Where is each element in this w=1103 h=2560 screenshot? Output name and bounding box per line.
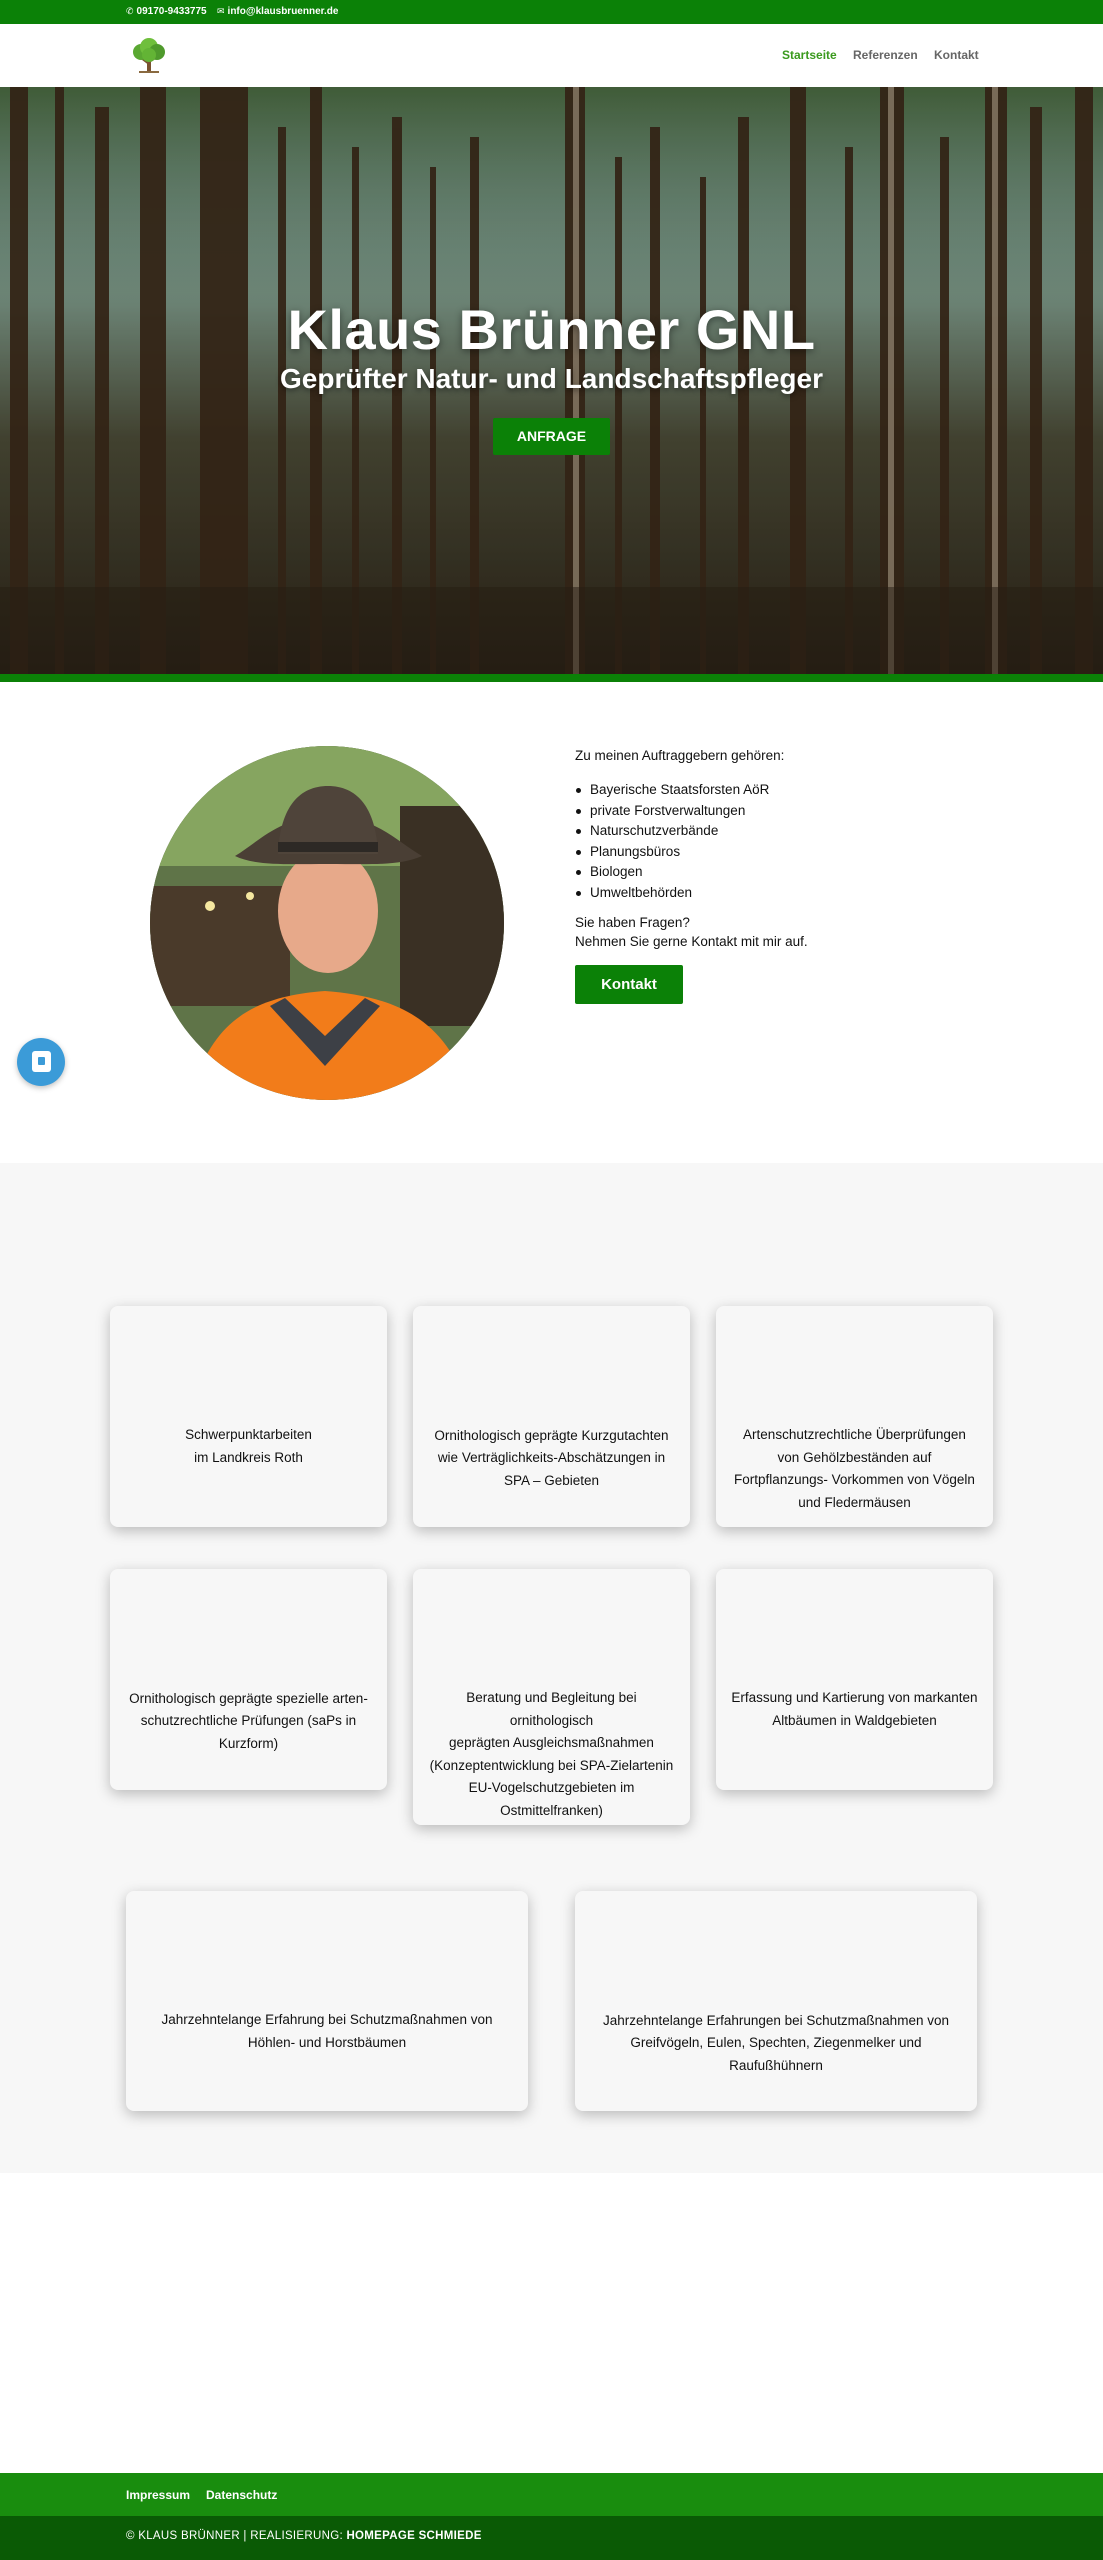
portrait-photo [150,746,504,1100]
anfrage-button[interactable]: ANFRAGE [493,418,610,455]
nav-item-referenzen[interactable]: Referenzen [853,48,918,62]
list-item: Naturschutzverbände [575,821,995,842]
list-item: Bayerische Staatsforsten AöR [575,780,995,801]
phone-link[interactable]: ✆ 09170-9433775 [126,6,207,17]
service-text: Jahrzehntelange Erfahrungen bei Schutzma… [603,2012,949,2073]
service-text: Beratung und Begleitung bei ornithologis… [429,1690,674,1818]
service-card: Ornithologisch geprägte spezielle arten-… [110,1569,387,1790]
footer-nav: Impressum Datenschutz [0,2473,1103,2516]
phone-icon: ✆ [126,6,134,16]
nav-item-kontakt[interactable]: Kontakt [934,48,979,62]
service-text: Ornithologisch geprägte Kurzgutachten wi… [434,1427,669,1488]
top-bar: ✆ 09170-9433775 ✉ info@klausbruenner.de [0,0,1103,24]
contact-invite: Nehmen Sie gerne Kontakt mit mir auf. [575,934,808,949]
hero-title: Klaus Brünner GNL [287,298,816,361]
list-item: private Forstverwaltungen [575,801,995,822]
credit-link[interactable]: HOMEPAGE SCHMIEDE [346,2530,481,2542]
service-card: Beratung und Begleitung bei ornithologis… [413,1569,690,1825]
service-card: Jahrzehntelange Erfahrung bei Schutzmaßn… [126,1891,528,2111]
service-card: Schwerpunktarbeiten im Landkreis Roth [110,1306,387,1527]
copyright-text: © KLAUS BRÜNNER | REALISIERUNG: HOMEPAGE… [126,2530,482,2542]
chat-widget-button[interactable] [17,1038,65,1086]
impressum-link[interactable]: Impressum [126,2488,190,2502]
service-text: Erfassung und Kartierung von markanten A… [731,1690,978,1728]
chat-icon [32,1051,51,1072]
nav-item-startseite[interactable]: Startseite [782,48,837,62]
phone-number: 09170-9433775 [136,6,207,17]
clients-intro: Zu meinen Auftraggebern gehören: [575,748,785,763]
datenschutz-link[interactable]: Datenschutz [206,2488,277,2502]
kontakt-button[interactable]: Kontakt [575,965,683,1004]
question-text: Sie haben Fragen? [575,915,690,930]
site-header: Startseite Referenzen Kontakt [0,24,1103,87]
email-address: info@klausbruenner.de [227,6,339,17]
hero-section: Klaus Brünner GNL Geprüfter Natur- und L… [0,87,1103,674]
list-item: Planungsbüros [575,842,995,863]
hero-divider [0,674,1103,682]
list-item: Umweltbehörden [575,883,995,904]
email-link[interactable]: ✉ info@klausbruenner.de [217,6,338,17]
service-text: Jahrzehntelange Erfahrung bei Schutzmaßn… [161,2012,493,2050]
service-card: Jahrzehntelange Erfahrungen bei Schutzma… [575,1891,977,2111]
clients-list: Bayerische Staatsforsten AöR private For… [575,780,995,903]
service-text: Schwerpunktarbeiten im Landkreis Roth [185,1427,312,1465]
envelope-icon: ✉ [217,6,225,16]
service-text: Artenschutzrechtliche Überprüfungen von … [734,1427,975,1510]
footer-bottom: © KLAUS BRÜNNER | REALISIERUNG: HOMEPAGE… [0,2516,1103,2560]
tree-logo[interactable] [129,38,169,74]
list-item: Biologen [575,862,995,883]
service-card: Ornithologisch geprägte Kurzgutachten wi… [413,1306,690,1527]
service-card: Erfassung und Kartierung von markanten A… [716,1569,993,1790]
service-text: Ornithologisch geprägte spezielle arten-… [129,1690,368,1751]
about-text: Zu meinen Auftraggebern gehören: Bayeris… [575,746,995,951]
service-card: Artenschutzrechtliche Überprüfungen von … [716,1306,993,1527]
hero-subtitle: Geprüfter Natur- und Landschaftspfleger [280,363,823,394]
